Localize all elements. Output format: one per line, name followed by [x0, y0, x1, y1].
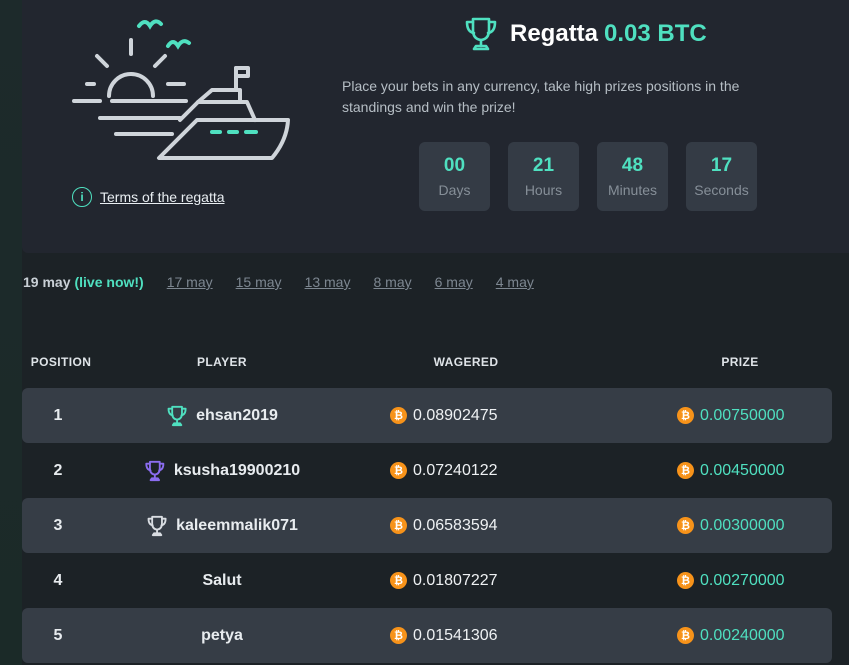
terms-link[interactable]: Terms of the regatta — [100, 189, 225, 205]
row-wagered: ₿ 0.06583594 — [390, 498, 498, 553]
timer-value: 21 — [532, 154, 555, 176]
bitcoin-icon: ₿ — [677, 462, 694, 479]
prize-value: 0.00450000 — [700, 461, 785, 479]
table-row: 5 petya ₿ 0.01541306 ₿ 0.00240000 — [22, 608, 832, 663]
row-wagered: ₿ 0.01541306 — [390, 608, 498, 663]
page-title: Regatta 0.03 BTC — [464, 14, 707, 54]
bitcoin-icon: ₿ — [390, 517, 407, 534]
row-player: ehsan2019 — [166, 388, 278, 443]
countdown-timer: 00 Days 21 Hours 48 Minutes 17 Seconds — [419, 142, 757, 211]
timer-minutes: 48 Minutes — [597, 142, 668, 211]
terms-of-regatta: i Terms of the regatta — [72, 184, 225, 210]
timer-label: Seconds — [694, 181, 749, 198]
wagered-value: 0.08902475 — [413, 406, 498, 424]
timer-value: 00 — [443, 154, 466, 176]
prize-value: 0.00240000 — [700, 626, 785, 644]
prize-value: 0.00270000 — [700, 571, 785, 589]
regatta-date-tabs: 19 may (live now!) 17 may 15 may 13 may … — [23, 274, 534, 290]
row-wagered: ₿ 0.07240122 — [390, 443, 498, 498]
row-prize: ₿ 0.00300000 — [677, 498, 785, 553]
timer-days: 00 Days — [419, 142, 490, 211]
row-position: 4 — [53, 572, 63, 589]
header-prize: PRIZE — [721, 355, 759, 369]
row-player: petya — [201, 608, 243, 663]
row-wagered: ₿ 0.08902475 — [390, 388, 498, 443]
row-player: Salut — [202, 553, 241, 608]
header-position: POSITION — [30, 355, 92, 369]
timer-label: Hours — [524, 181, 563, 198]
player-name[interactable]: petya — [201, 627, 243, 645]
bitcoin-icon: ₿ — [390, 572, 407, 589]
row-player: kaleemmalik071 — [146, 498, 298, 553]
prize-value: 0.00300000 — [700, 516, 785, 534]
player-name[interactable]: Salut — [202, 572, 241, 590]
left-edge-background — [0, 0, 22, 665]
table-row: 4 Salut ₿ 0.01807227 ₿ 0.00270000 — [22, 553, 832, 608]
silver-trophy-icon — [145, 460, 165, 481]
table-row: 1 ehsan2019 ₿ 0.08902475 ₿ 0.00750000 — [22, 388, 832, 443]
row-position: 3 — [53, 517, 63, 534]
regatta-hero-panel: i Terms of the regatta Regatta 0.03 BTC … — [22, 0, 849, 253]
bitcoin-icon: ₿ — [677, 517, 694, 534]
table-row: 3 kaleemmalik071 ₿ 0.06583594 ₿ 0.003000… — [22, 498, 832, 553]
timer-hours: 21 Hours — [508, 142, 579, 211]
date-tab-past[interactable]: 17 may — [167, 274, 213, 290]
row-position: 2 — [53, 462, 63, 479]
row-position: 1 — [53, 407, 63, 424]
timer-seconds: 17 Seconds — [686, 142, 757, 211]
date-tab-past[interactable]: 4 may — [496, 274, 534, 290]
row-wagered: ₿ 0.01807227 — [390, 553, 498, 608]
regatta-description: Place your bets in any currency, take hi… — [342, 78, 740, 115]
info-icon: i — [72, 187, 92, 207]
title-name: Regatta — [510, 20, 599, 47]
table-header: POSITION PLAYER WAGERED PRIZE — [0, 355, 849, 371]
date-tab-past[interactable]: 15 may — [236, 274, 282, 290]
prize-value: 0.00750000 — [700, 406, 785, 424]
row-prize: ₿ 0.00750000 — [677, 388, 785, 443]
player-name[interactable]: ksusha19900210 — [174, 462, 300, 480]
date-tab-current[interactable]: 19 may — [23, 274, 70, 290]
timer-label: Minutes — [607, 181, 658, 198]
player-name[interactable]: kaleemmalik071 — [176, 517, 298, 535]
header-wagered: WAGERED — [433, 355, 499, 369]
date-tab-past[interactable]: 13 may — [305, 274, 351, 290]
wagered-value: 0.01807227 — [413, 571, 498, 589]
timer-label: Days — [438, 181, 471, 198]
bitcoin-icon: ₿ — [677, 407, 694, 424]
table-row: 2 ksusha19900210 ₿ 0.07240122 ₿ 0.004500… — [22, 443, 832, 498]
row-position: 5 — [53, 627, 63, 644]
row-prize: ₿ 0.00450000 — [677, 443, 785, 498]
bitcoin-icon: ₿ — [390, 407, 407, 424]
timer-value: 17 — [710, 154, 733, 176]
player-name[interactable]: ehsan2019 — [196, 407, 278, 425]
bitcoin-icon: ₿ — [677, 627, 694, 644]
date-tab-past[interactable]: 8 may — [373, 274, 411, 290]
date-tab-past[interactable]: 6 may — [435, 274, 473, 290]
live-now-label: (live now!) — [74, 274, 144, 290]
ship-sunset-illustration-icon — [72, 19, 290, 160]
bitcoin-icon: ₿ — [390, 627, 407, 644]
wagered-value: 0.07240122 — [413, 461, 498, 479]
wagered-value: 0.06583594 — [413, 516, 498, 534]
bronze-trophy-icon — [147, 515, 167, 536]
bitcoin-icon: ₿ — [390, 462, 407, 479]
header-player: PLAYER — [197, 355, 247, 369]
row-player: ksusha19900210 — [144, 443, 300, 498]
leaderboard-table: 1 ehsan2019 ₿ 0.08902475 ₿ 0.00750000 2 — [22, 388, 832, 663]
wagered-value: 0.01541306 — [413, 626, 498, 644]
row-prize: ₿ 0.00240000 — [677, 608, 785, 663]
trophy-icon — [465, 17, 497, 51]
row-prize: ₿ 0.00270000 — [677, 553, 785, 608]
gold-trophy-icon — [167, 405, 187, 426]
bitcoin-icon: ₿ — [677, 572, 694, 589]
timer-value: 48 — [621, 154, 644, 176]
title-prize: 0.03 BTC — [604, 20, 707, 47]
